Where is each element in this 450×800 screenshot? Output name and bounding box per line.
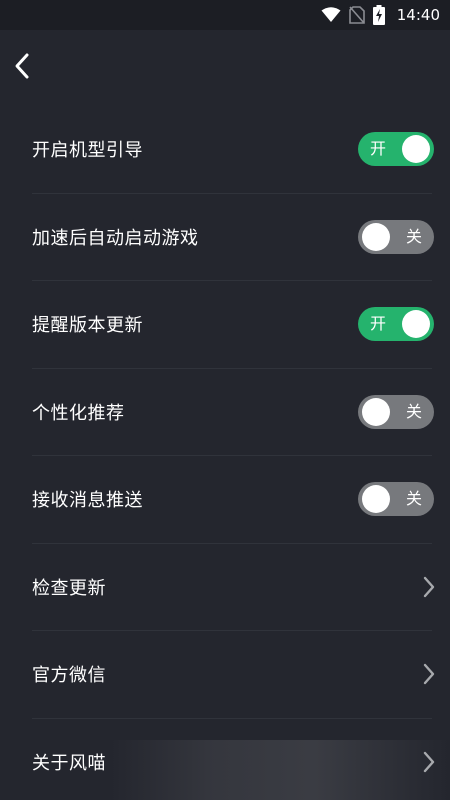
settings-list: 开启机型引导 开 加速后自动启动游戏 关 提醒版本更新 开 个性化推荐 关 接收… — [0, 106, 450, 800]
toggle-knob — [362, 222, 390, 251]
setting-row-auto-launch-game: 加速后自动启动游戏 关 — [32, 194, 434, 281]
setting-row-personalized-recommend: 个性化推荐 关 — [32, 369, 434, 456]
setting-label: 开启机型引导 — [32, 140, 143, 162]
wifi-icon — [321, 7, 341, 22]
personalized-recommend-toggle[interactable]: 关 — [358, 394, 434, 429]
setting-row-push-messages: 接收消息推送 关 — [32, 456, 434, 544]
setting-row-official-wechat[interactable]: 官方微信 — [32, 631, 435, 719]
auto-launch-game-toggle[interactable]: 关 — [358, 219, 434, 254]
toggle-state-text: 开 — [370, 314, 387, 334]
status-bar: 14:40 — [0, 0, 450, 30]
setting-label: 加速后自动启动游戏 — [32, 227, 199, 249]
header — [0, 30, 450, 104]
toggle-state-text: 开 — [370, 139, 387, 159]
setting-row-model-guide: 开启机型引导 开 — [32, 106, 434, 194]
status-time: 14:40 — [396, 6, 440, 24]
setting-label: 检查更新 — [32, 577, 106, 599]
push-messages-toggle[interactable]: 关 — [358, 482, 434, 517]
version-reminder-toggle[interactable]: 开 — [358, 307, 434, 342]
setting-label: 官方微信 — [32, 665, 106, 687]
toggle-state-text: 关 — [405, 226, 422, 246]
toggle-knob — [362, 485, 390, 514]
setting-row-check-update[interactable]: 检查更新 — [32, 544, 435, 631]
chevron-right-icon — [416, 750, 436, 774]
model-guide-toggle[interactable]: 开 — [358, 132, 434, 167]
battery-charging-icon — [372, 5, 385, 25]
setting-label: 提醒版本更新 — [32, 315, 143, 337]
toggle-knob — [402, 310, 430, 339]
toggle-state-text: 关 — [405, 489, 422, 509]
toggle-knob — [402, 135, 430, 164]
toggle-state-text: 关 — [405, 401, 422, 421]
setting-row-version-reminder: 提醒版本更新 开 — [32, 281, 434, 369]
back-button[interactable] — [6, 50, 38, 82]
chevron-right-icon — [416, 662, 436, 686]
toggle-knob — [362, 397, 390, 426]
setting-label: 个性化推荐 — [32, 402, 125, 424]
no-sim-icon — [348, 6, 365, 24]
chevron-right-icon — [416, 575, 436, 599]
chevron-left-icon — [15, 53, 29, 79]
setting-row-about[interactable]: 关于风喵 — [32, 719, 435, 800]
setting-label: 接收消息推送 — [32, 490, 143, 512]
setting-label: 关于风喵 — [32, 753, 106, 775]
